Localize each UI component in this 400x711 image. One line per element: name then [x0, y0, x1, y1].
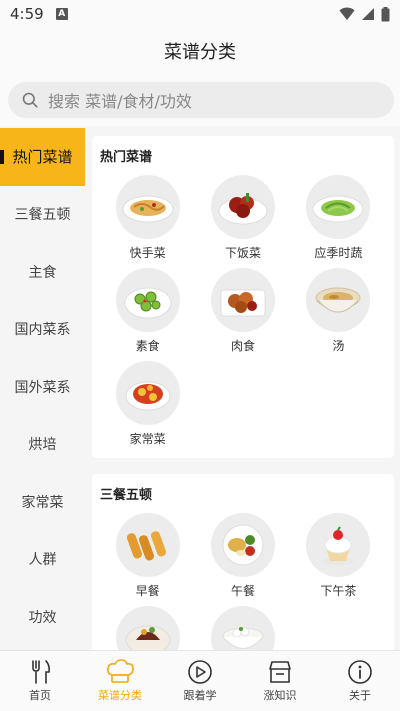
tab-label: 跟着学 [183, 689, 217, 702]
tab-label: 涨知识 [263, 689, 297, 702]
page-title: 菜谱分类 [164, 42, 236, 63]
store-icon [269, 661, 291, 683]
category-label: 素食 [135, 339, 160, 353]
search-icon [22, 92, 38, 108]
tab-learn[interactable]: 跟着学 [160, 651, 240, 711]
sidebar-item-baking[interactable]: 烘培 [0, 416, 85, 474]
category-label: 下午茶 [320, 584, 357, 598]
soup-bowl-icon [306, 268, 371, 332]
category-item[interactable]: 家常菜 [100, 361, 195, 446]
bottom-tab-bar: 首页 菜谱分类 跟着学 涨知识 关于 [0, 650, 400, 711]
section-title: 三餐五顿 [100, 488, 153, 503]
category-label: 肉食 [230, 339, 255, 353]
category-label: 家常菜 [129, 432, 166, 446]
status-time: 4:59 [10, 5, 44, 23]
section-hot: 热门菜谱 快手菜 下饭菜 应季时蔬 素食 肉食 汤 家常菜 [92, 136, 394, 458]
wifi-icon [339, 7, 355, 20]
category-item[interactable]: 午餐 [195, 513, 290, 598]
search-area: 搜索 菜谱/食材/功效 [0, 74, 400, 126]
category-sidebar: 热门菜谱 三餐五顿 主食 国内菜系 国外菜系 烘培 家常菜 人群 功效 [0, 128, 85, 650]
tab-label: 关于 [349, 689, 371, 702]
category-item[interactable]: 应季时蔬 [291, 175, 386, 260]
category-label: 汤 [332, 339, 345, 353]
sidebar-item-domestic[interactable]: 国内菜系 [0, 301, 85, 359]
category-label: 应季时蔬 [314, 246, 363, 260]
category-item[interactable]: 汤 [291, 268, 386, 353]
sidebar-item-effect[interactable]: 功效 [0, 588, 85, 646]
category-item[interactable]: 快手菜 [100, 175, 195, 260]
rice-bowl-icon [210, 606, 275, 650]
fried-meat-icon [210, 268, 275, 332]
battery-icon [381, 6, 390, 21]
tab-home[interactable]: 首页 [0, 651, 80, 711]
tab-about[interactable]: 关于 [320, 651, 400, 711]
notification-badge: A [55, 8, 68, 20]
noodle-dish-icon [115, 175, 180, 239]
tab-categories[interactable]: 菜谱分类 [80, 651, 160, 711]
chef-hat-icon [107, 659, 134, 683]
status-icons [339, 6, 390, 22]
category-item[interactable] [195, 606, 290, 650]
sidebar-item-home[interactable]: 家常菜 [0, 473, 85, 531]
cucumber-salad-icon [115, 268, 180, 332]
green-vegetables-icon [306, 175, 371, 239]
category-item[interactable]: 素食 [100, 268, 195, 353]
play-icon [188, 660, 212, 684]
category-item[interactable]: 下饭菜 [195, 175, 290, 260]
sidebar-item-staple[interactable]: 主食 [0, 243, 85, 301]
tab-knowledge[interactable]: 涨知识 [240, 651, 320, 711]
category-item[interactable]: 下午茶 [291, 513, 386, 598]
dinner-plate-icon [115, 606, 180, 650]
info-icon [348, 660, 372, 684]
category-item[interactable]: 肉食 [195, 268, 290, 353]
category-item[interactable]: 早餐 [100, 513, 195, 598]
category-label: 快手菜 [129, 246, 166, 260]
status-bar: 4:59 A [0, 0, 400, 28]
sidebar-item-hot[interactable]: 热门菜谱 [0, 128, 85, 186]
sidebar-item-people[interactable]: 人群 [0, 531, 85, 589]
category-label: 早餐 [135, 584, 160, 598]
cupcake-icon [306, 513, 371, 577]
sidebar-item-meals[interactable]: 三餐五顿 [0, 186, 85, 244]
section-meals: 三餐五顿 早餐 午餐 下午茶 [92, 474, 394, 650]
title-bar: 菜谱分类 [0, 28, 400, 74]
sidebar-item-foreign[interactable]: 国外菜系 [0, 358, 85, 416]
braised-meat-icon [210, 175, 275, 239]
search-placeholder: 搜索 菜谱/食材/功效 [48, 92, 192, 111]
section-title: 热门菜谱 [100, 150, 153, 165]
cellular-icon [362, 8, 374, 20]
tab-label: 首页 [29, 689, 51, 702]
tomato-egg-icon [115, 361, 180, 425]
fork-knife-icon [32, 660, 50, 684]
category-content: 热门菜谱 快手菜 下饭菜 应季时蔬 素食 肉食 汤 家常菜 三餐五顿 早餐 午餐… [92, 136, 394, 650]
lunch-plate-icon [210, 513, 275, 577]
category-label: 午餐 [230, 584, 255, 598]
spring-rolls-icon [115, 513, 180, 577]
category-label: 下饭菜 [224, 246, 261, 260]
category-item[interactable] [100, 606, 195, 650]
tab-label: 菜谱分类 [98, 689, 142, 702]
search-input[interactable]: 搜索 菜谱/食材/功效 [8, 82, 394, 118]
